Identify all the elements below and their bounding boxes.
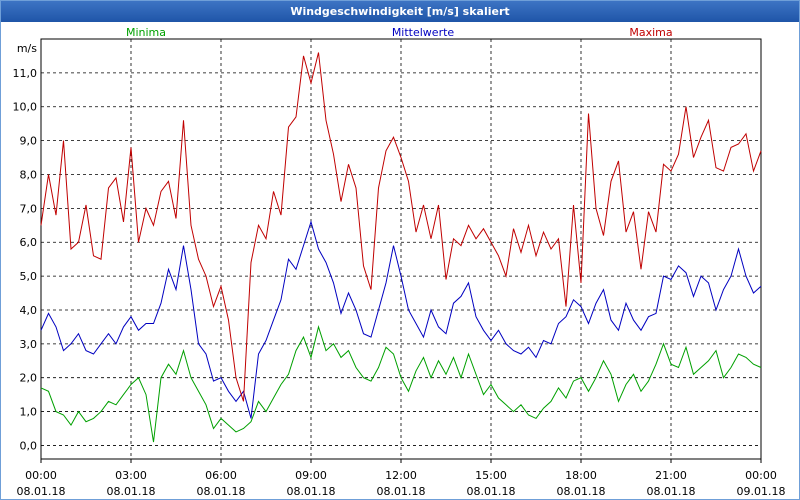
x-tick-date: 08.01.18 — [107, 485, 156, 498]
x-tick-time: 12:00 — [385, 469, 417, 482]
y-axis-label: m/s — [17, 42, 37, 55]
y-tick-label: 2,0 — [20, 372, 38, 385]
x-tick-time: 00:00 — [745, 469, 777, 482]
legend-mittelwerte: Mittelwerte — [392, 26, 455, 39]
legend-minima: Minima — [126, 26, 166, 39]
y-tick-label: 3,0 — [20, 338, 38, 351]
x-tick-date: 08.01.18 — [287, 485, 336, 498]
x-tick-time: 21:00 — [655, 469, 687, 482]
legend-maxima: Maxima — [629, 26, 672, 39]
x-tick-date: 08.01.18 — [17, 485, 66, 498]
y-tick-label: 1,0 — [20, 406, 38, 419]
chart-window: Windgeschwindigkeit [m/s] skaliert 0,0 1,… — [0, 0, 800, 500]
x-tick-date: 08.01.18 — [377, 485, 426, 498]
x-tick-time: 03:00 — [115, 469, 147, 482]
y-tick-label: 0,0 — [20, 439, 38, 452]
y-tick-label: 7,0 — [20, 202, 38, 215]
y-tick-label: 10,0 — [13, 101, 38, 114]
y-tick-label: 5,0 — [20, 270, 38, 283]
y-tick-label: 6,0 — [20, 236, 38, 249]
line-chart: 0,0 1,0 2,0 3,0 4,0 5,0 6,0 7,0 8,0 9,0 10,0 11,0 m/… — [13, 26, 786, 498]
grid — [41, 39, 761, 459]
y-tick-label: 11,0 — [13, 67, 38, 80]
y-tick-label: 9,0 — [20, 135, 38, 148]
legend: Minima Mittelwerte Maxima — [126, 26, 673, 39]
x-tick-date: 08.01.18 — [467, 485, 516, 498]
y-tick-label: 4,0 — [20, 304, 38, 317]
x-tick-time: 06:00 — [205, 469, 237, 482]
y-tick-label: 8,0 — [20, 168, 38, 181]
x-tick-time: 09:00 — [295, 469, 327, 482]
x-tick-date: 08.01.18 — [647, 485, 696, 498]
x-tick-time: 00:00 — [25, 469, 57, 482]
x-tick-time: 18:00 — [565, 469, 597, 482]
x-tick-date: 09.01.18 — [737, 485, 786, 498]
x-tick-time: 15:00 — [475, 469, 507, 482]
x-tick-date: 08.01.18 — [197, 485, 246, 498]
x-tick-date: 08.01.18 — [557, 485, 606, 498]
